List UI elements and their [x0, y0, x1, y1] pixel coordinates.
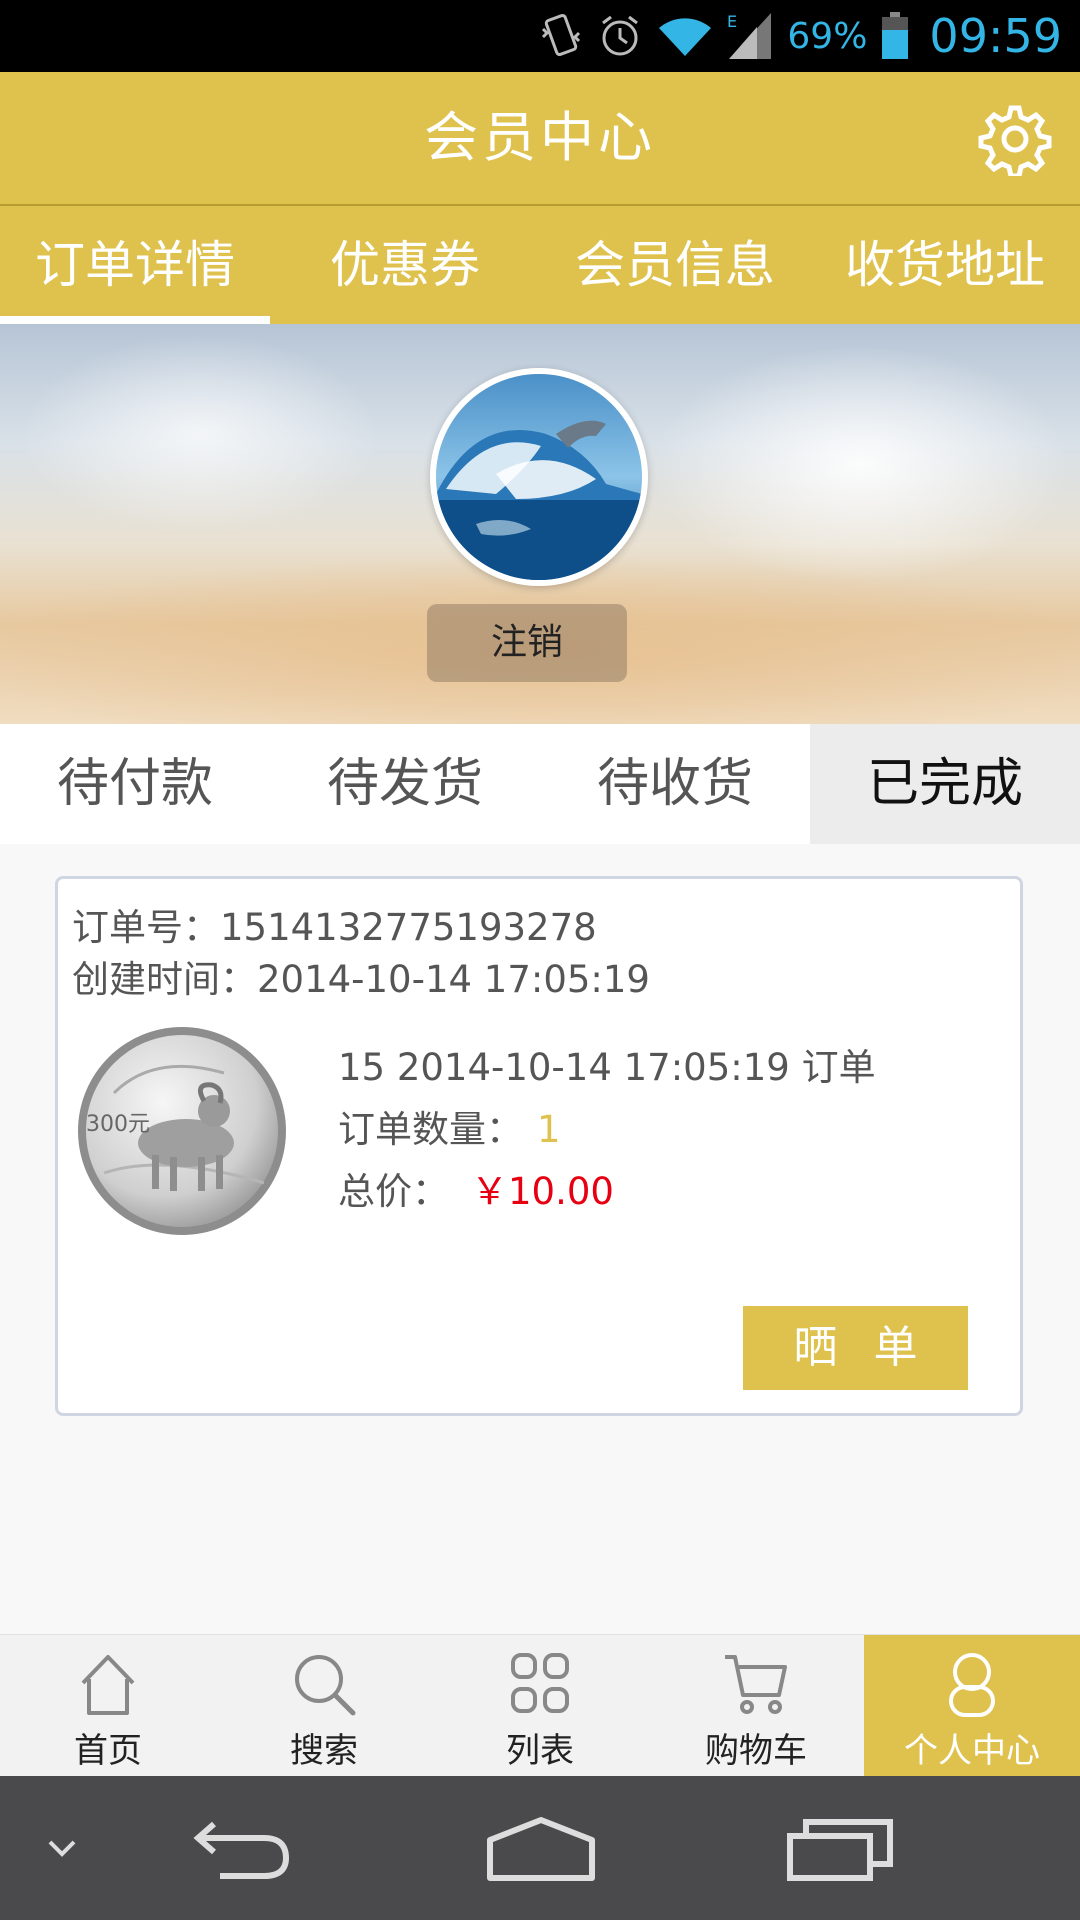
tab-coupons[interactable]: 优惠券 [270, 206, 540, 324]
home-icon [81, 1655, 135, 1715]
tab-order-details[interactable]: 订单详情 [0, 206, 270, 324]
nav-list[interactable]: 列表 [432, 1635, 648, 1777]
nav-profile[interactable]: 个人中心 [864, 1635, 1080, 1777]
order-number: 1514132775193278 [220, 906, 597, 949]
status-clock: 09:59 [929, 9, 1062, 63]
tab-pending-payment[interactable]: 待付款 [0, 724, 270, 844]
order-status-tabs: 待付款 待发货 待收货 已完成 [0, 724, 1080, 844]
grid-icon [511, 1653, 569, 1713]
total-price: ￥10.00 [471, 1170, 614, 1213]
order-total-row: 总价： ￥10.00 [338, 1161, 614, 1215]
home-key-icon[interactable] [486, 1816, 596, 1882]
nav-home[interactable]: 首页 [0, 1635, 216, 1777]
bottom-nav: 首页 搜索 列表 购物车 个人中心 [0, 1634, 1080, 1777]
quantity-value: 1 [537, 1108, 561, 1151]
order-title: 15 2014-10-14 17:05:19 订单 [338, 1046, 876, 1089]
tab-shipping-address[interactable]: 收货地址 [810, 206, 1080, 324]
total-label: 总价： [338, 1170, 449, 1213]
svg-text:E: E [727, 12, 737, 31]
gear-icon[interactable] [978, 102, 1052, 176]
chevron-down-icon[interactable] [44, 1830, 80, 1866]
cart-icon [725, 1655, 787, 1714]
order-number-row: 订单号：1514132775193278 [72, 897, 597, 951]
app-header: 会员中心 [0, 72, 1080, 206]
nav-list-label: 列表 [506, 1731, 574, 1771]
nav-profile-label: 个人中心 [904, 1731, 1040, 1771]
recent-apps-icon[interactable] [786, 1816, 894, 1882]
nav-cart-label: 购物车 [705, 1731, 807, 1771]
system-nav-bar [0, 1776, 1080, 1920]
tab-pending-shipment[interactable]: 待发货 [270, 724, 540, 844]
battery-icon [882, 12, 909, 59]
created-time: 2014-10-14 17:05:19 [257, 958, 650, 1001]
user-icon [949, 1653, 995, 1717]
status-icons: E 69% 09:59 [539, 0, 1062, 72]
wifi-icon [659, 18, 712, 56]
status-bar: E 69% 09:59 [0, 0, 1080, 72]
created-label: 创建时间： [72, 958, 257, 1001]
coin-denomination: 300元 [86, 1112, 150, 1137]
share-order-button[interactable]: 晒单 [743, 1306, 968, 1390]
order-quantity-row: 订单数量： 1 [338, 1099, 561, 1153]
tab-member-info[interactable]: 会员信息 [540, 206, 810, 324]
avatar[interactable] [430, 368, 648, 586]
order-created-row: 创建时间：2014-10-14 17:05:19 [72, 949, 650, 1003]
back-icon[interactable] [190, 1814, 294, 1886]
signal-icon: E [727, 12, 772, 59]
page-title: 会员中心 [424, 106, 656, 169]
nav-search-label: 搜索 [290, 1731, 358, 1771]
quantity-label: 订单数量： [338, 1108, 523, 1151]
nav-search[interactable]: 搜索 [216, 1635, 432, 1777]
nav-cart[interactable]: 购物车 [648, 1635, 864, 1777]
product-image[interactable]: 300元 [74, 1023, 290, 1239]
order-number-label: 订单号： [72, 906, 220, 949]
battery-percent: 69% [787, 15, 868, 57]
alarm-icon [602, 15, 639, 56]
vibrate-icon [542, 14, 581, 56]
search-icon [295, 1655, 356, 1716]
member-tabs: 订单详情 优惠券 会员信息 收货地址 [0, 206, 1080, 324]
logout-button[interactable]: 注销 [427, 604, 627, 682]
order-card[interactable]: 订单号：1514132775193278 创建时间：2014-10-14 17:… [55, 876, 1023, 1416]
profile-banner: 注销 [0, 324, 1080, 724]
tab-completed[interactable]: 已完成 [810, 724, 1080, 844]
nav-home-label: 首页 [74, 1731, 142, 1771]
tab-pending-receipt[interactable]: 待收货 [540, 724, 810, 844]
